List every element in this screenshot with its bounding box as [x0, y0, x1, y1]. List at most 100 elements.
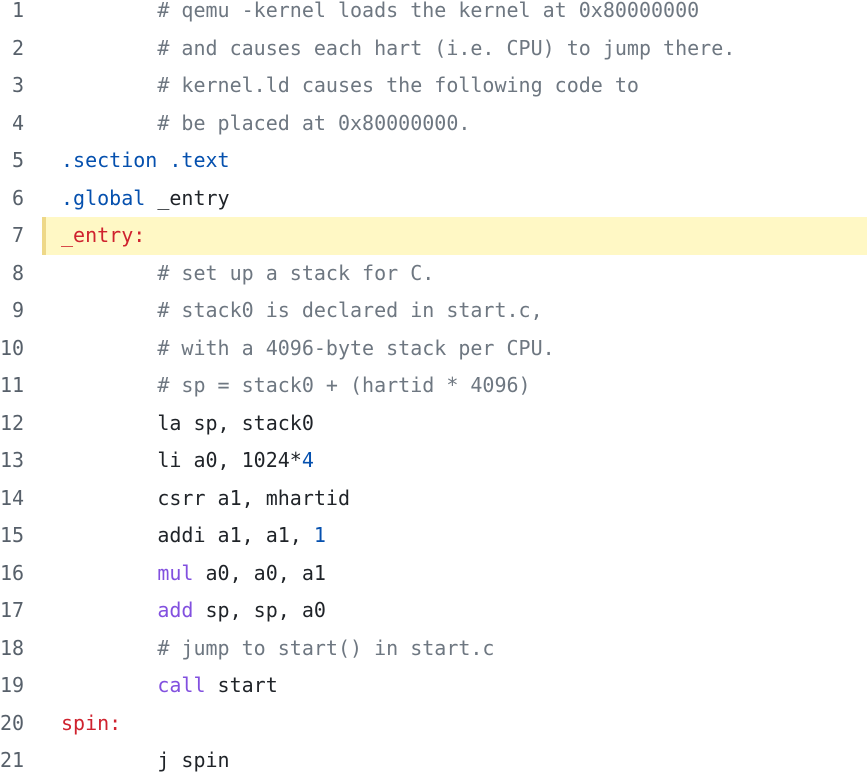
directive-token: .section	[61, 148, 158, 172]
line-source: j spin	[61, 742, 230, 780]
code-viewer: 1 # qemu -kernel loads the kernel at 0x8…	[0, 0, 867, 780]
plain-token: _entry	[145, 185, 230, 210]
plain-token: la sp, stack0	[61, 410, 314, 435]
line-source: csrr a1, mhartid	[61, 480, 350, 518]
label-token: _entry:	[61, 223, 146, 247]
code-line[interactable]: 11 # sp = stack0 + (hartid * 4096)	[0, 367, 867, 405]
line-source: add sp, sp, a0	[61, 592, 326, 630]
line-source: # jump to start() in start.c	[61, 630, 494, 668]
comment-token: # and causes each hart (i.e. CPU) to jum…	[157, 35, 736, 60]
number-token: 4	[301, 448, 314, 472]
keyword-token: add	[157, 598, 194, 622]
plain-token: start	[205, 673, 278, 697]
line-number[interactable]: 10	[0, 330, 24, 368]
comment-token: # be placed at 0x80000000.	[157, 110, 471, 135]
plain-token: j spin	[61, 748, 230, 772]
code-line[interactable]: 13 li a0, 1024*4	[0, 442, 867, 480]
line-number[interactable]: 5	[0, 142, 24, 180]
line-source: # sp = stack0 + (hartid * 4096)	[61, 367, 531, 405]
code-line[interactable]: 16 mul a0, a0, a1	[0, 555, 867, 593]
plain-token: addi a1, a1,	[61, 523, 314, 547]
line-source: # stack0 is declared in start.c,	[61, 292, 542, 330]
code-line[interactable]: 17 add sp, sp, a0	[0, 592, 867, 630]
line-source: .section .text	[61, 142, 230, 180]
line-source: # set up a stack for C.	[61, 255, 434, 293]
line-number[interactable]: 6	[0, 180, 24, 218]
code-line[interactable]: 6 .global _entry	[0, 180, 867, 218]
code-line[interactable]: 19 call start	[0, 667, 867, 705]
line-number[interactable]: 16	[0, 555, 24, 593]
code-line[interactable]: 18 # jump to start() in start.c	[0, 630, 867, 668]
line-number[interactable]: 8	[0, 255, 24, 293]
line-source: _entry:	[61, 217, 145, 255]
directive-token: .text	[169, 148, 230, 172]
code-line[interactable]: 4 # be placed at 0x80000000.	[0, 105, 867, 143]
line-number[interactable]: 11	[0, 367, 24, 405]
keyword-token: mul	[157, 560, 194, 585]
comment-token: # kernel.ld causes the following code to	[157, 73, 639, 97]
keyword-token: call	[157, 673, 206, 697]
plain-token: a0, a0, a1	[193, 560, 326, 585]
code-line[interactable]: 2 # and causes each hart (i.e. CPU) to j…	[0, 30, 867, 68]
code-line[interactable]: 9 # stack0 is declared in start.c,	[0, 292, 867, 330]
plain-token: li a0, 1024*	[61, 448, 302, 472]
line-number[interactable]: 3	[0, 67, 24, 105]
code-line[interactable]: 21 j spin	[0, 742, 867, 780]
code-line[interactable]: 5 .section .text	[0, 142, 867, 180]
code-line-highlighted[interactable]: 7 _entry:	[12, 217, 867, 255]
code-line[interactable]: 12 la sp, stack0	[0, 405, 867, 443]
line-source: # kernel.ld causes the following code to	[61, 67, 639, 105]
code-line[interactable]: 15 addi a1, a1, 1	[0, 517, 867, 555]
line-source: addi a1, a1, 1	[61, 517, 326, 555]
comment-token: # jump to start() in start.c	[157, 635, 495, 660]
directive-token: .global	[61, 185, 146, 210]
line-source: mul a0, a0, a1	[61, 555, 326, 593]
line-number[interactable]: 21	[0, 742, 24, 780]
code-line[interactable]: 10 # with a 4096-byte stack per CPU.	[0, 330, 867, 368]
comment-token: # qemu -kernel loads the kernel at 0x800…	[157, 0, 700, 22]
comment-token: # with a 4096-byte stack per CPU.	[157, 335, 555, 360]
line-source: # qemu -kernel loads the kernel at 0x800…	[61, 0, 699, 30]
plain-token: csrr a1, mhartid	[61, 485, 350, 510]
code-line[interactable]: 14 csrr a1, mhartid	[0, 480, 867, 518]
line-number[interactable]: 15	[0, 517, 24, 555]
line-number[interactable]: 12	[0, 405, 24, 443]
line-source: # be placed at 0x80000000.	[61, 105, 470, 143]
line-number[interactable]: 1	[0, 0, 24, 30]
label-token: spin:	[61, 710, 122, 735]
code-line[interactable]: 3 # kernel.ld causes the following code …	[0, 67, 867, 105]
line-number[interactable]: 2	[0, 30, 24, 68]
line-number[interactable]: 14	[0, 480, 24, 518]
line-source: la sp, stack0	[61, 405, 314, 443]
line-source: spin:	[61, 705, 121, 743]
plain-token: sp, sp, a0	[193, 598, 326, 622]
line-number[interactable]: 4	[0, 105, 24, 143]
line-number[interactable]: 18	[0, 630, 24, 668]
comment-token: # set up a stack for C.	[157, 260, 435, 285]
line-number[interactable]: 13	[0, 442, 24, 480]
number-token: 1	[313, 523, 326, 547]
comment-token: # sp = stack0 + (hartid * 4096)	[157, 373, 531, 397]
line-number[interactable]: 7	[0, 217, 24, 255]
line-source: # and causes each hart (i.e. CPU) to jum…	[61, 30, 735, 68]
line-number[interactable]: 19	[0, 667, 24, 705]
line-source: li a0, 1024*4	[61, 442, 314, 480]
line-number[interactable]: 20	[0, 705, 24, 743]
line-number[interactable]: 9	[0, 292, 24, 330]
code-line[interactable]: 1 # qemu -kernel loads the kernel at 0x8…	[0, 0, 867, 30]
line-number[interactable]: 17	[0, 592, 24, 630]
code-line[interactable]: 8 # set up a stack for C.	[0, 255, 867, 293]
code-line[interactable]: 20 spin:	[0, 705, 867, 743]
